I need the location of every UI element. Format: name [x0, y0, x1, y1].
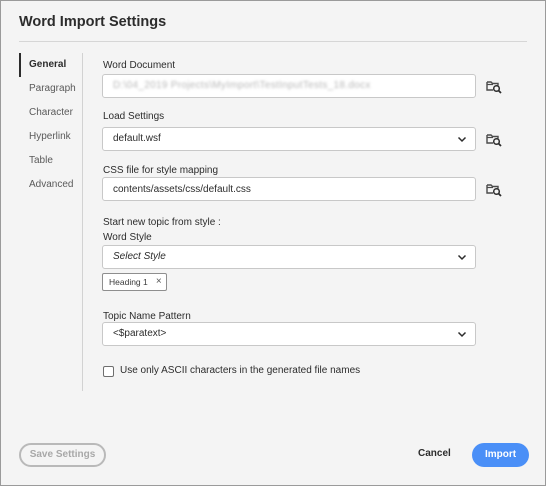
css-file-field[interactable] — [102, 177, 476, 201]
load-settings-select[interactable]: default.wsf — [102, 127, 476, 151]
topic-name-select[interactable]: <$paratext> — [102, 322, 476, 346]
word-document-field[interactable]: D:\04_2019 Projects\MyImport\TestInputTe… — [102, 74, 476, 98]
dialog-title: Word Import Settings — [19, 14, 167, 30]
remove-tag-icon[interactable]: × — [156, 274, 162, 290]
settings-sidebar: General Paragraph Character Hyperlink Ta… — [19, 53, 89, 197]
sidebar-item-paragraph[interactable]: Paragraph — [19, 77, 89, 101]
sidebar-item-advanced[interactable]: Advanced — [19, 173, 89, 197]
title-divider — [19, 41, 527, 42]
topic-name-label: Topic Name Pattern — [103, 311, 191, 322]
import-button[interactable]: Import — [472, 443, 529, 467]
cancel-button[interactable]: Cancel — [418, 448, 451, 459]
css-file-label: CSS file for style mapping — [103, 165, 219, 176]
sidebar-divider — [82, 53, 83, 391]
topic-name-value: <$paratext> — [113, 328, 167, 339]
topic-split-heading: Start new topic from style : — [103, 217, 221, 228]
word-import-settings-dialog: Word Import Settings General Paragraph C… — [0, 0, 546, 486]
load-settings-label: Load Settings — [103, 111, 165, 122]
sidebar-item-general[interactable]: General — [19, 53, 89, 77]
folder-search-icon[interactable] — [486, 181, 502, 197]
folder-search-icon[interactable] — [486, 131, 502, 147]
word-style-select[interactable]: Select Style — [102, 245, 476, 269]
style-tag-label: Heading 1 — [109, 277, 148, 287]
word-style-label: Word Style — [103, 232, 152, 243]
sidebar-item-character[interactable]: Character — [19, 101, 89, 125]
chevron-down-icon — [457, 136, 467, 143]
folder-search-icon[interactable] — [486, 78, 502, 94]
sidebar-item-hyperlink[interactable]: Hyperlink — [19, 125, 89, 149]
style-tag-heading-1: Heading 1 × — [102, 273, 167, 291]
css-file-input[interactable] — [113, 178, 465, 200]
word-style-placeholder: Select Style — [113, 251, 166, 262]
chevron-down-icon — [457, 254, 467, 261]
word-document-label: Word Document — [103, 60, 176, 71]
save-settings-button[interactable]: Save Settings — [19, 443, 106, 467]
load-settings-value: default.wsf — [113, 133, 161, 144]
ascii-only-checkbox[interactable] — [103, 366, 114, 377]
chevron-down-icon — [457, 331, 467, 338]
sidebar-item-table[interactable]: Table — [19, 149, 89, 173]
ascii-only-label: Use only ASCII characters in the generat… — [120, 365, 361, 376]
word-document-path: D:\04_2019 Projects\MyImport\TestInputTe… — [113, 80, 371, 91]
